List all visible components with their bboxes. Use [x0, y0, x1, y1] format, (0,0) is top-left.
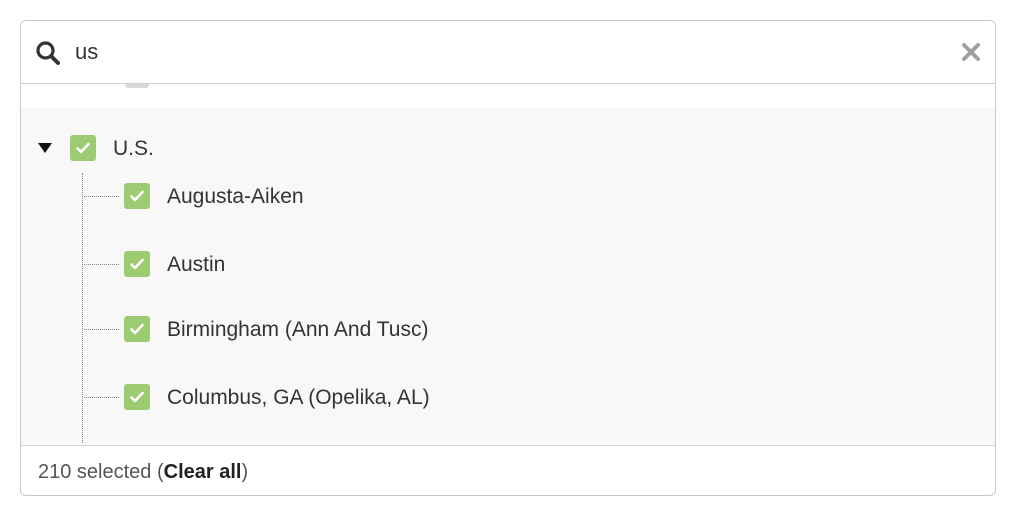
checkmark-icon — [130, 258, 144, 270]
checkmark-icon — [76, 142, 90, 154]
clear-all-link[interactable]: Clear all — [164, 461, 242, 483]
caret-down-icon[interactable] — [37, 141, 53, 155]
partial-list-item — [125, 84, 149, 88]
item-label[interactable]: Augusta-Aiken — [167, 184, 304, 210]
close-icon[interactable] — [961, 42, 981, 62]
tree-branch-line — [84, 397, 119, 398]
multi-select-dropdown: U.S. Augusta-Aiken Austin Birmingham (An… — [20, 20, 996, 496]
item-checkbox[interactable] — [124, 384, 150, 410]
tree-branch-line — [84, 329, 119, 330]
selection-summary: 210 selected (Clear all) — [38, 461, 248, 484]
tree-branch-line — [84, 264, 119, 265]
selected-count: 210 selected — [38, 461, 152, 483]
checkmark-icon — [130, 323, 144, 335]
item-label[interactable]: Birmingham (Ann And Tusc) — [167, 317, 428, 343]
tree-connector-line — [82, 173, 83, 444]
tree-branch-line — [84, 196, 119, 197]
group-checkbox-us[interactable] — [70, 135, 96, 161]
item-checkbox[interactable] — [124, 251, 150, 277]
checkmark-icon — [130, 190, 144, 202]
close-paren: ) — [241, 461, 249, 483]
item-label[interactable]: Austin — [167, 252, 225, 278]
open-paren: ( — [151, 461, 164, 483]
search-input[interactable] — [75, 34, 935, 70]
item-checkbox[interactable] — [124, 316, 150, 342]
item-checkbox[interactable] — [124, 183, 150, 209]
checkmark-icon — [130, 391, 144, 403]
group-label-us[interactable]: U.S. — [113, 136, 154, 162]
tree-list[interactable]: U.S. Augusta-Aiken Austin Birmingham (An… — [21, 84, 995, 444]
selection-footer: 210 selected (Clear all) — [21, 445, 995, 495]
search-bar — [21, 21, 995, 84]
search-icon — [36, 41, 60, 65]
item-label[interactable]: Columbus, GA (Opelika, AL) — [167, 385, 430, 411]
